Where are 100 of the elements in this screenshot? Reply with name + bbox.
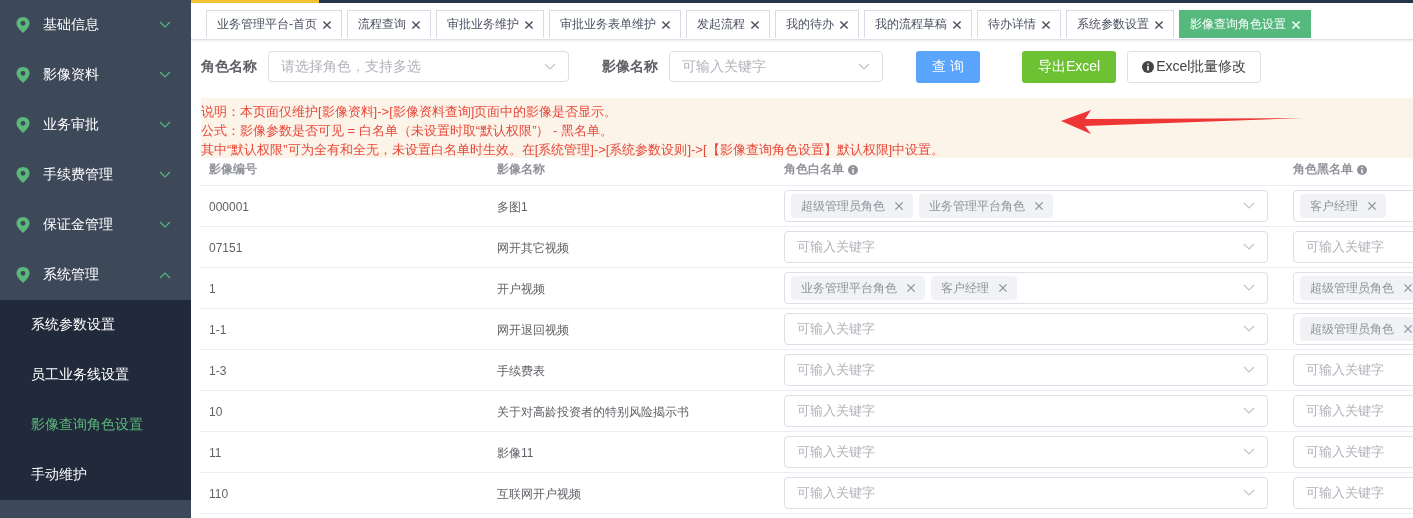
menu-item[interactable]: 基础信息 bbox=[0, 0, 191, 50]
table-cell: 1-1 bbox=[209, 323, 227, 337]
tag: 业务管理平台角色 bbox=[791, 276, 925, 300]
notice-text: 公式：影像参数是否可见 = 白名单（未设置时取“默认权限”） - 黑名单。 bbox=[201, 122, 614, 140]
select-field[interactable]: 可输入关键字 bbox=[1293, 477, 1413, 509]
tab[interactable]: 影像查询角色设置 bbox=[1179, 10, 1311, 38]
table-cell: 手续费表 bbox=[497, 363, 545, 378]
tab[interactable]: 审批业务表单维护 bbox=[549, 10, 681, 38]
tab[interactable]: 发起流程 bbox=[686, 10, 770, 38]
table-cell: 开户视频 bbox=[497, 281, 545, 296]
notice-text: 说明：本页面仅维护[影像资料]->[影像资料查询]页面中的影像是否显示。 bbox=[201, 103, 618, 121]
select-field[interactable]: 请选择角色，支持多选 bbox=[268, 51, 569, 82]
select-field[interactable]: 超级管理员角色 bbox=[1293, 313, 1413, 345]
column-header: 角色黑名单 bbox=[1293, 161, 1353, 178]
table-cell: 互联网开户视频 bbox=[497, 486, 581, 501]
chevron-icon bbox=[1243, 366, 1255, 374]
close-icon bbox=[893, 200, 905, 212]
select-field[interactable]: 超级管理员角色 业务管理平台角色 bbox=[784, 190, 1268, 222]
table-cell: 000001 bbox=[209, 200, 250, 214]
select-field[interactable]: 可输入关键字 bbox=[1293, 395, 1413, 427]
close-icon bbox=[1402, 282, 1413, 294]
select-field[interactable]: 可输入关键字 bbox=[784, 395, 1268, 427]
tab[interactable]: 业务管理平台-首页 bbox=[206, 10, 342, 38]
menu-item[interactable]: 系统管理 bbox=[0, 250, 191, 300]
search-button[interactable]: 查 询 bbox=[916, 50, 980, 83]
close-icon bbox=[749, 18, 761, 31]
tag: 超级管理员角色 bbox=[1300, 276, 1413, 300]
location-pin-icon bbox=[16, 117, 30, 133]
tab[interactable]: 审批业务维护 bbox=[436, 10, 544, 38]
table-cell: 10 bbox=[209, 405, 223, 419]
tab[interactable]: 待办详情 bbox=[977, 10, 1061, 38]
tag: 客户经理 bbox=[1300, 194, 1386, 218]
close-icon bbox=[1290, 18, 1302, 31]
tag: 客户经理 bbox=[931, 276, 1017, 300]
select-field[interactable]: 可输入关键字 bbox=[1293, 436, 1413, 468]
table-cell: 07151 bbox=[209, 241, 243, 255]
table-cell: 网开其它视频 bbox=[497, 240, 569, 255]
submenu-item[interactable]: 影像查询角色设置 bbox=[0, 400, 191, 450]
close-icon bbox=[523, 18, 535, 31]
export-button[interactable]: 导出Excel bbox=[1021, 50, 1117, 83]
submenu-item[interactable]: 员工业务线设置 bbox=[0, 350, 191, 400]
chevron-icon bbox=[544, 62, 556, 71]
info-icon bbox=[1142, 60, 1155, 73]
close-icon bbox=[660, 18, 672, 31]
tab[interactable]: 我的待办 bbox=[775, 10, 859, 38]
table-cell: 1 bbox=[209, 282, 216, 296]
chevron-icon bbox=[1243, 243, 1255, 251]
menu-item[interactable]: 业务审批 bbox=[0, 100, 191, 150]
chevron-icon bbox=[159, 271, 171, 279]
menu-item[interactable]: 手续费管理 bbox=[0, 150, 191, 200]
chevron-icon bbox=[1243, 202, 1255, 210]
table-cell: 影像11 bbox=[497, 445, 534, 460]
tab[interactable]: 流程查询 bbox=[347, 10, 431, 38]
select-field[interactable]: 业务管理平台角色 客户经理 bbox=[784, 272, 1268, 304]
menu-item[interactable]: 保证金管理 bbox=[0, 200, 191, 250]
column-header: 影像编号 bbox=[209, 161, 257, 178]
select-field[interactable]: 可输入关键字 bbox=[1293, 231, 1413, 263]
select-field[interactable]: 可输入关键字 bbox=[784, 436, 1268, 468]
chevron-icon bbox=[1243, 284, 1255, 292]
select-field[interactable]: 可输入关键字 bbox=[669, 51, 883, 82]
chevron-icon bbox=[858, 62, 870, 71]
close-icon bbox=[997, 282, 1009, 294]
close-icon bbox=[410, 18, 422, 31]
location-pin-icon bbox=[16, 267, 30, 283]
tab[interactable]: 我的流程草稿 bbox=[864, 10, 972, 38]
table-cell: 1-3 bbox=[209, 364, 227, 378]
tab[interactable]: 系统参数设置 bbox=[1066, 10, 1174, 38]
submenu-item[interactable]: 系统参数设置 bbox=[0, 300, 191, 350]
table-cell: 11 bbox=[209, 446, 222, 460]
tag: 业务管理平台角色 bbox=[919, 194, 1053, 218]
close-icon bbox=[1153, 18, 1165, 31]
menu-item[interactable]: 影像资料 bbox=[0, 50, 191, 100]
location-pin-icon bbox=[16, 217, 30, 233]
select-field[interactable]: 可输入关键字 bbox=[784, 231, 1268, 263]
close-icon bbox=[1366, 200, 1378, 212]
tag: 超级管理员角色 bbox=[791, 194, 913, 218]
batch-edit-button[interactable]: Excel批量修改 bbox=[1127, 50, 1262, 83]
chevron-icon bbox=[1243, 407, 1255, 415]
submenu-item[interactable]: 手动维护 bbox=[0, 450, 191, 500]
close-icon bbox=[321, 18, 333, 31]
table-cell: 110 bbox=[209, 487, 229, 501]
select-field[interactable]: 可输入关键字 bbox=[784, 354, 1268, 386]
close-icon bbox=[1402, 323, 1413, 335]
close-icon bbox=[1033, 200, 1045, 212]
close-icon bbox=[838, 18, 850, 31]
table-cell: 关于对高龄投资者的特别风险揭示书 bbox=[497, 404, 689, 419]
select-field[interactable]: 可输入关键字 bbox=[1293, 354, 1413, 386]
close-icon bbox=[951, 18, 963, 31]
column-header: 影像名称 bbox=[497, 161, 545, 178]
select-field[interactable]: 客户经理 bbox=[1293, 190, 1413, 222]
chevron-icon bbox=[1243, 489, 1255, 497]
chevron-icon bbox=[159, 171, 171, 179]
table-cell: 网开退回视频 bbox=[497, 322, 569, 337]
close-icon bbox=[1040, 18, 1052, 31]
chevron-icon bbox=[1243, 325, 1255, 333]
select-field[interactable]: 超级管理员角色 bbox=[1293, 272, 1413, 304]
select-field[interactable]: 可输入关键字 bbox=[784, 313, 1268, 345]
chevron-icon bbox=[159, 221, 171, 229]
table-cell: 多图1 bbox=[497, 199, 528, 214]
select-field[interactable]: 可输入关键字 bbox=[784, 477, 1268, 509]
